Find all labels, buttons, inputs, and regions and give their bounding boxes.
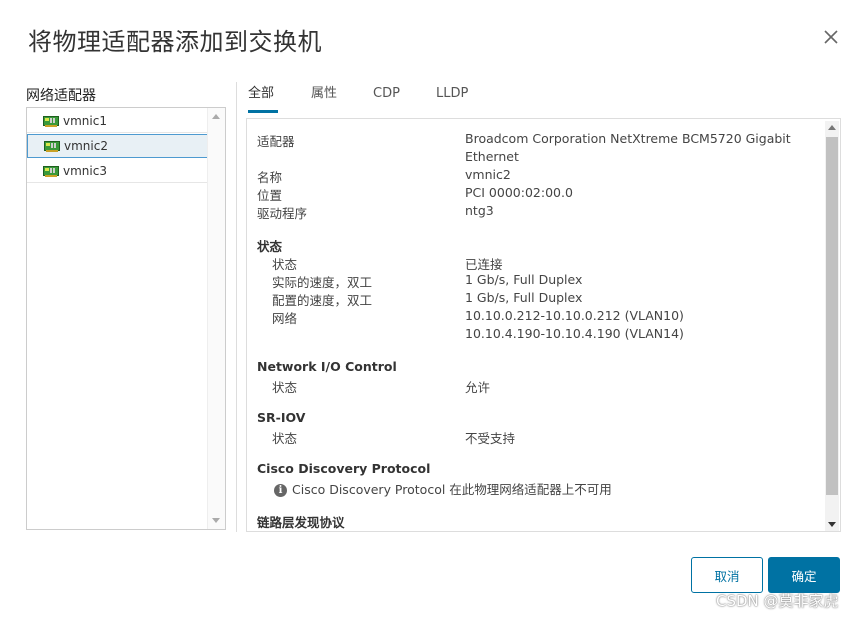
watermark-text: CSDN @莫非家虎 bbox=[716, 592, 839, 610]
name-label: 名称 bbox=[257, 170, 283, 185]
cdp-message: i Cisco Discovery Protocol 在此物理网络适配器上不可用 bbox=[274, 479, 612, 498]
adapter-list[interactable]: vmnic1 vmnic2 vmnic3 bbox=[26, 107, 226, 530]
info-icon: i bbox=[274, 484, 287, 497]
tab-lldp[interactable]: LLDP bbox=[436, 82, 468, 112]
sriov-status-label: 状态 bbox=[272, 431, 298, 446]
adapter-value: Broadcom Corporation NetXtreme BCM5720 G… bbox=[465, 131, 791, 146]
ok-button[interactable]: 确定 bbox=[768, 557, 840, 593]
location-value: PCI 0000:02:00.0 bbox=[465, 185, 573, 200]
adapter-value-cont: Ethernet bbox=[465, 149, 519, 164]
adapter-name: vmnic2 bbox=[64, 139, 108, 153]
tab-all[interactable]: 全部 bbox=[248, 82, 274, 112]
scroll-down-arrow-icon[interactable] bbox=[828, 522, 836, 527]
tab-cdp[interactable]: CDP bbox=[373, 82, 400, 112]
network-card-icon bbox=[44, 140, 60, 152]
adapter-list-scrollbar[interactable] bbox=[207, 108, 225, 529]
network-card-icon bbox=[43, 165, 59, 177]
adapter-item-vmnic2[interactable]: vmnic2 bbox=[27, 134, 208, 158]
nioc-section-heading: Network I/O Control bbox=[257, 359, 397, 374]
status-section-heading: 状态 bbox=[257, 239, 283, 254]
actual-speed-label: 实际的速度，双工 bbox=[272, 275, 373, 290]
adapter-details-panel[interactable]: 适配器 Broadcom Corporation NetXtreme BCM57… bbox=[246, 118, 841, 532]
name-value: vmnic2 bbox=[465, 167, 511, 182]
scroll-up-arrow-icon[interactable] bbox=[212, 114, 220, 119]
network-value-1: 10.10.0.212-10.10.0.212 (VLAN10) bbox=[465, 308, 684, 323]
tab-properties[interactable]: 属性 bbox=[311, 82, 337, 112]
driver-label: 驱动程序 bbox=[257, 206, 308, 221]
network-card-icon bbox=[43, 115, 59, 127]
add-physical-adapter-dialog: 将物理适配器添加到交换机 网络适配器 vmnic1 vmnic2 vmnic3 bbox=[0, 0, 867, 619]
adapter-item-vmnic3[interactable]: vmnic3 bbox=[27, 159, 208, 183]
active-tab-indicator bbox=[248, 110, 278, 113]
configured-speed-label: 配置的速度，双工 bbox=[272, 293, 373, 308]
scroll-down-arrow-icon[interactable] bbox=[212, 518, 220, 523]
adapter-item-vmnic1[interactable]: vmnic1 bbox=[27, 109, 208, 133]
cancel-button[interactable]: 取消 bbox=[691, 557, 763, 593]
network-label: 网络 bbox=[272, 311, 298, 326]
scroll-up-arrow-icon[interactable] bbox=[828, 125, 836, 130]
status-label: 状态 bbox=[272, 257, 298, 272]
sriov-section-heading: SR-IOV bbox=[257, 410, 306, 425]
close-icon[interactable] bbox=[820, 26, 842, 48]
adapter-name: vmnic1 bbox=[63, 113, 107, 128]
scrollbar-thumb[interactable] bbox=[826, 137, 838, 495]
adapter-label: 适配器 bbox=[257, 134, 295, 149]
configured-speed-value: 1 Gb/s, Full Duplex bbox=[465, 290, 583, 305]
lldp-section-heading: 链路层发现协议 bbox=[257, 515, 345, 530]
nioc-status-value: 允许 bbox=[465, 380, 491, 395]
location-label: 位置 bbox=[257, 188, 283, 203]
network-adapters-label: 网络适配器 bbox=[26, 88, 96, 104]
cdp-message-text: Cisco Discovery Protocol 在此物理网络适配器上不可用 bbox=[292, 482, 612, 497]
cdp-section-heading: Cisco Discovery Protocol bbox=[257, 461, 431, 476]
sriov-status-value: 不受支持 bbox=[465, 431, 516, 446]
adapter-name: vmnic3 bbox=[63, 163, 107, 178]
actual-speed-value: 1 Gb/s, Full Duplex bbox=[465, 272, 583, 287]
panel-divider bbox=[236, 82, 237, 532]
nioc-status-label: 状态 bbox=[272, 380, 298, 395]
status-value: 已连接 bbox=[465, 257, 503, 272]
dialog-title: 将物理适配器添加到交换机 bbox=[28, 28, 322, 56]
network-value-2: 10.10.4.190-10.10.4.190 (VLAN14) bbox=[465, 326, 684, 341]
driver-value: ntg3 bbox=[465, 203, 494, 218]
details-scrollbar[interactable] bbox=[825, 121, 839, 531]
